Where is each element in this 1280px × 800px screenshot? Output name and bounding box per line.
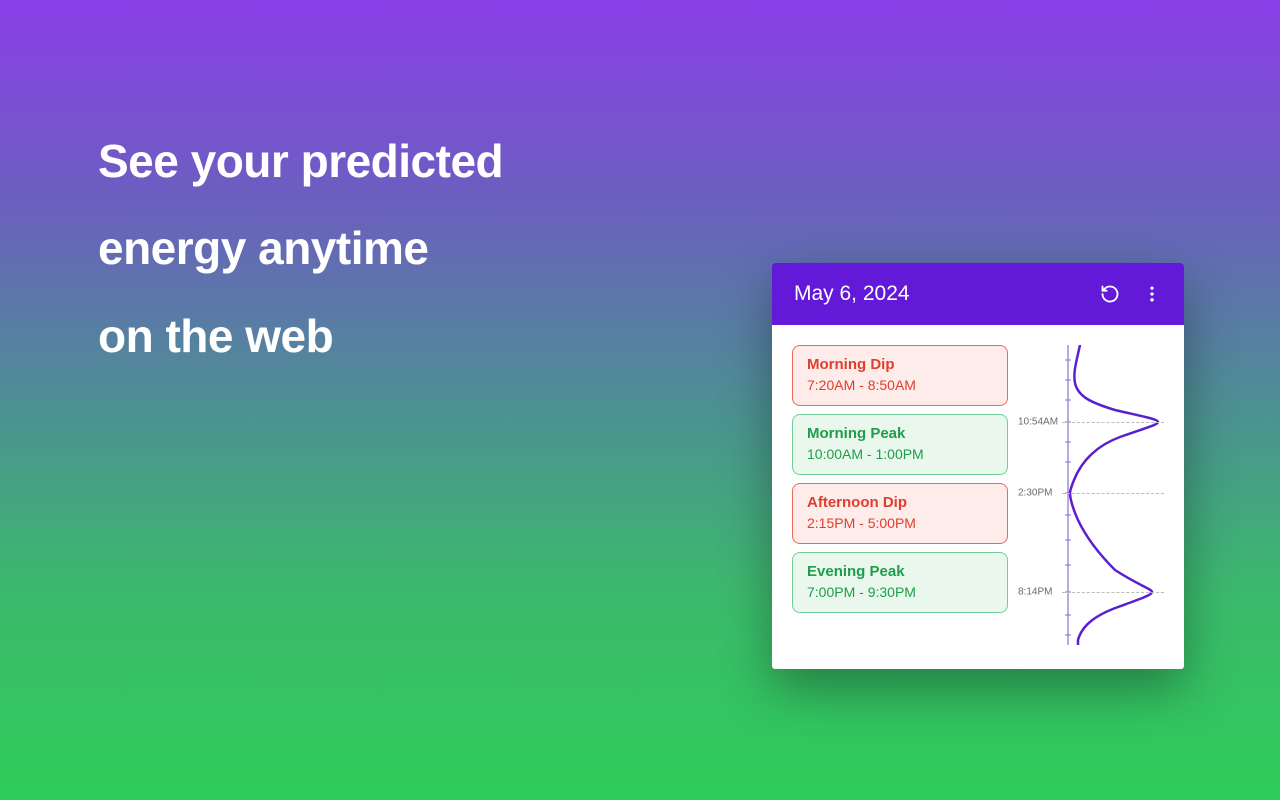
energy-chart: 10:54AM 2:30PM 8:14PM — [1020, 345, 1168, 645]
chart-marker-label: 8:14PM — [1018, 587, 1052, 598]
chart-marker-label: 10:54AM — [1018, 417, 1058, 428]
card-body: Morning Dip 7:20AM - 8:50AM Morning Peak… — [772, 325, 1184, 669]
period-time: 2:15PM - 5:00PM — [807, 515, 993, 531]
period-title: Morning Peak — [807, 425, 993, 442]
period-morning-peak[interactable]: Morning Peak 10:00AM - 1:00PM — [792, 414, 1008, 475]
chart-marker-line — [1062, 592, 1164, 593]
chart-marker-line — [1062, 493, 1164, 494]
period-title: Morning Dip — [807, 356, 993, 373]
headline-line-3: on the web — [98, 293, 503, 380]
refresh-button[interactable] — [1096, 280, 1124, 308]
period-afternoon-dip[interactable]: Afternoon Dip 2:15PM - 5:00PM — [792, 483, 1008, 544]
period-morning-dip[interactable]: Morning Dip 7:20AM - 8:50AM — [792, 345, 1008, 406]
periods-list: Morning Dip 7:20AM - 8:50AM Morning Peak… — [792, 345, 1008, 645]
period-title: Evening Peak — [807, 563, 993, 580]
period-time: 7:00PM - 9:30PM — [807, 584, 993, 600]
energy-card: May 6, 2024 Morning Dip 7:20AM - 8 — [772, 263, 1184, 669]
card-date: May 6, 2024 — [794, 282, 910, 306]
more-vertical-icon — [1142, 284, 1162, 304]
period-title: Afternoon Dip — [807, 494, 993, 511]
headline-line-2: energy anytime — [98, 205, 503, 292]
more-button[interactable] — [1138, 280, 1166, 308]
chart-marker-line — [1062, 422, 1164, 423]
header-actions — [1096, 280, 1166, 308]
period-time: 10:00AM - 1:00PM — [807, 446, 993, 462]
chart-marker-label: 2:30PM — [1018, 488, 1052, 499]
period-evening-peak[interactable]: Evening Peak 7:00PM - 9:30PM — [792, 552, 1008, 613]
page-headline: See your predicted energy anytime on the… — [98, 118, 503, 380]
headline-line-1: See your predicted — [98, 118, 503, 205]
period-time: 7:20AM - 8:50AM — [807, 377, 993, 393]
card-header: May 6, 2024 — [772, 263, 1184, 325]
refresh-icon — [1100, 284, 1120, 304]
